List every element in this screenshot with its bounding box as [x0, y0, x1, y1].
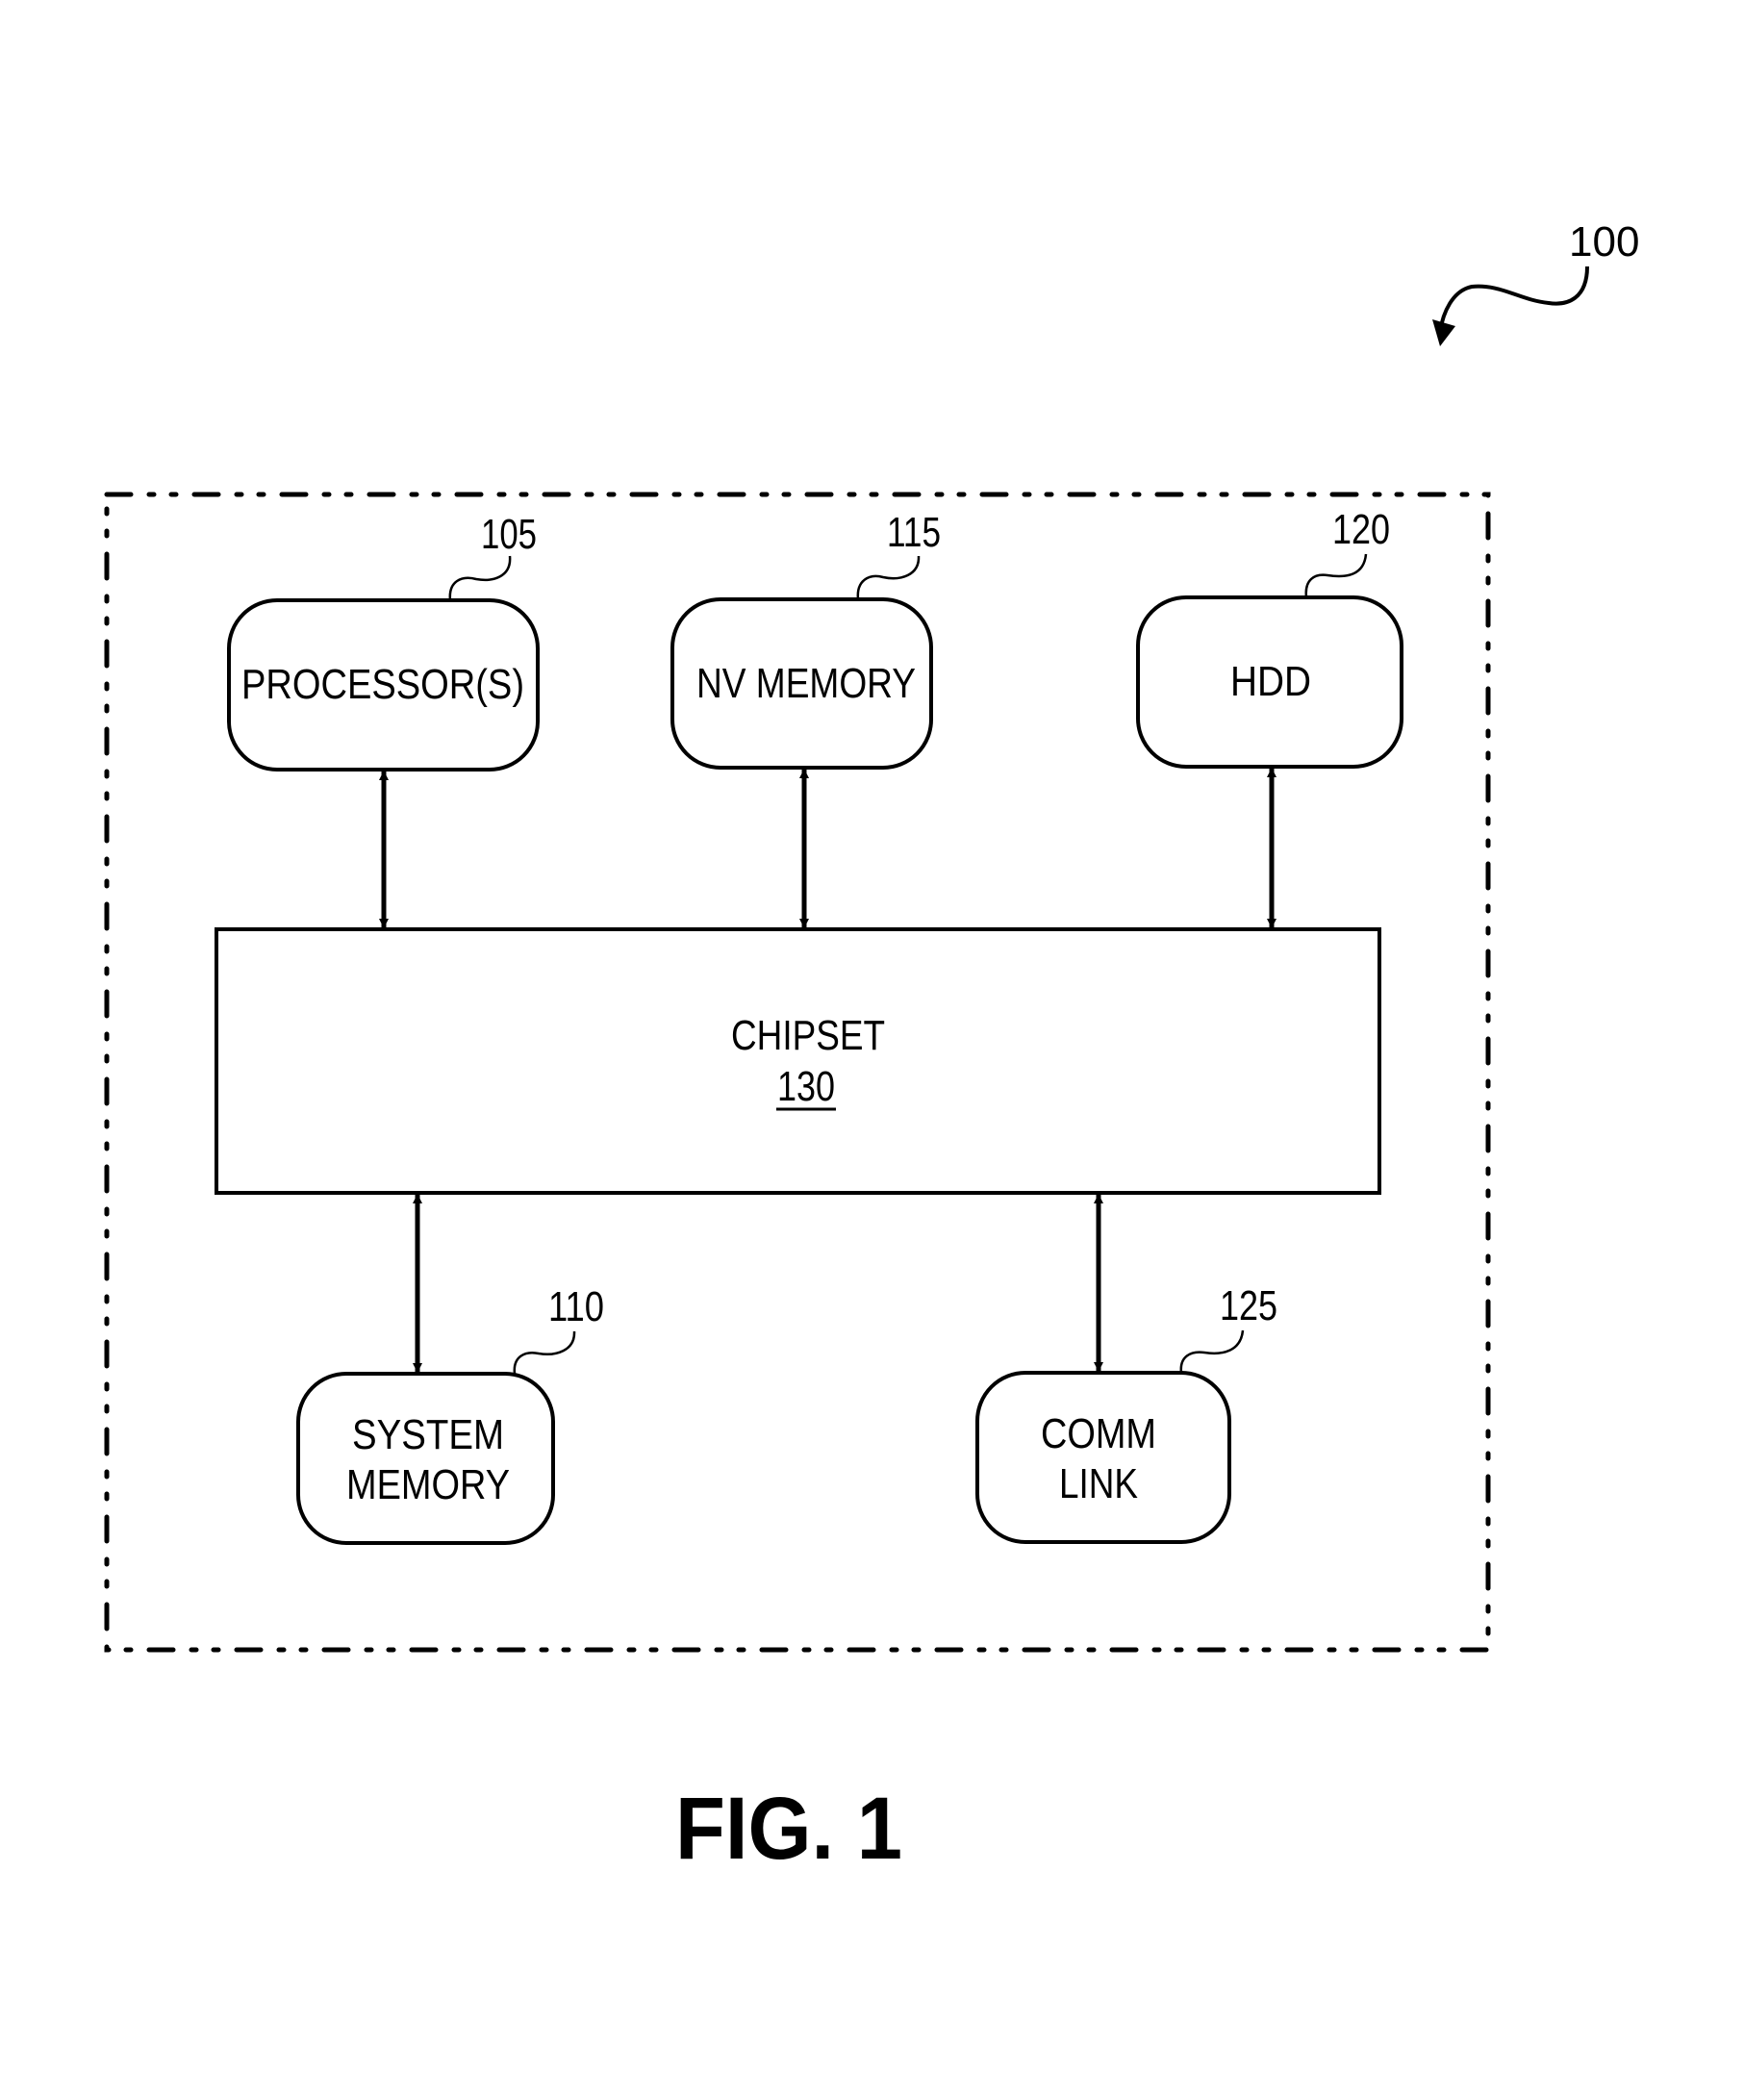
processor-block: PROCESSOR(S) 105 [227, 511, 540, 772]
chipset-label: CHIPSET [731, 1012, 885, 1059]
comm-link-box [975, 1371, 1231, 1544]
ref-105-leader [448, 555, 512, 601]
ref-110-leader [513, 1330, 576, 1375]
comm-link-label-line2: LINK [1059, 1460, 1138, 1507]
ref-100: 100 [1569, 218, 1639, 266]
chipset-box [215, 927, 1381, 1195]
chipset-block: CHIPSET 130 [215, 927, 1381, 1195]
ref-100-arrowhead [1432, 319, 1455, 346]
system-memory-box [296, 1372, 555, 1545]
ref-100-leader-arrow [1438, 266, 1589, 333]
comm-link-block: COMM LINK 125 [975, 1282, 1277, 1544]
processor-label: PROCESSOR(S) [241, 661, 524, 708]
hdd-label: HDD [1230, 658, 1311, 705]
nv-memory-block: NV MEMORY 115 [670, 509, 941, 770]
ref-110: 110 [548, 1283, 604, 1330]
ref-120-leader [1304, 553, 1368, 598]
system-memory-label-line1: SYSTEM [352, 1411, 504, 1458]
ref-115: 115 [887, 509, 941, 556]
hdd-block: HDD 120 [1136, 506, 1403, 769]
ref-115-leader [856, 555, 921, 600]
system-memory-label-line2: MEMORY [346, 1461, 510, 1508]
diagram-canvas: 100 PROCESSOR(S) 105 NV MEMORY 115 HDD 1… [104, 218, 1639, 1878]
figure-caption: FIG. 1 [675, 1780, 902, 1878]
system-memory-block: SYSTEM MEMORY 110 [296, 1283, 604, 1545]
comm-link-label-line1: COMM [1041, 1410, 1156, 1457]
ref-130: 130 [777, 1063, 835, 1110]
ref-105: 105 [481, 511, 537, 558]
ref-125-leader [1179, 1329, 1245, 1374]
ref-125: 125 [1220, 1282, 1277, 1329]
nv-memory-label: NV MEMORY [696, 660, 916, 707]
ref-120: 120 [1332, 506, 1390, 553]
